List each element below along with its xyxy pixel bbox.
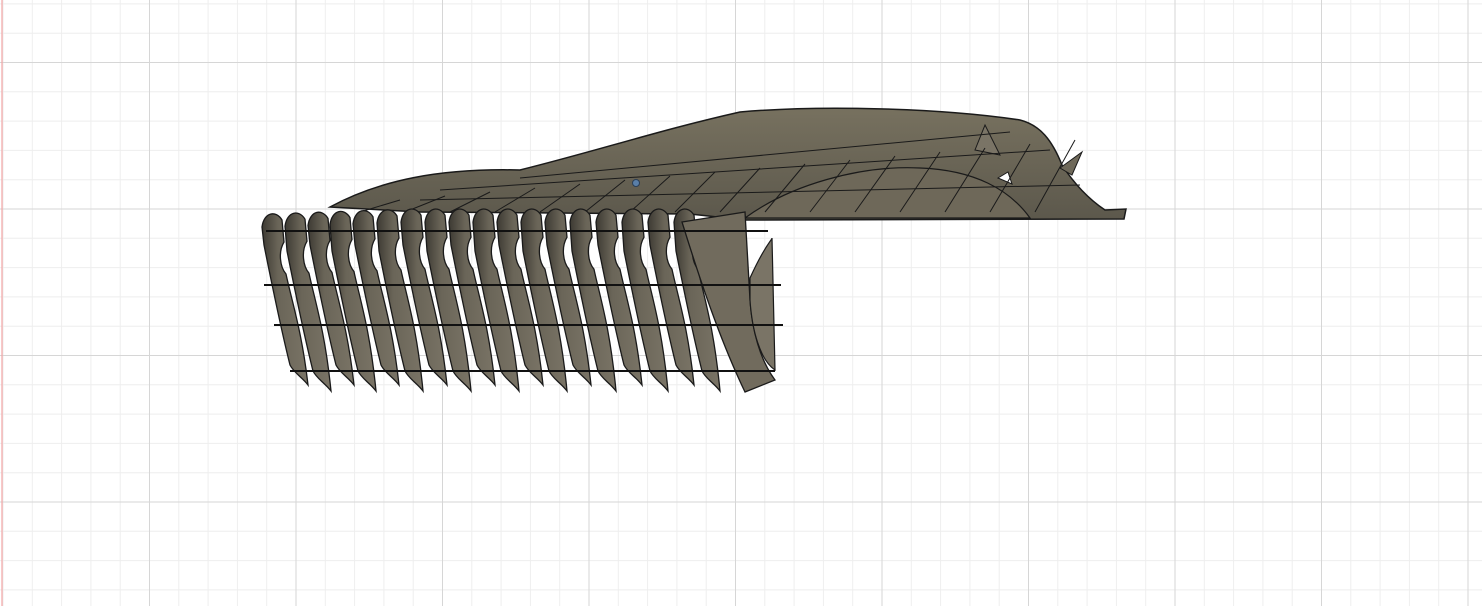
origin-marker-icon[interactable]	[632, 179, 640, 187]
hull-rib-slices	[261, 208, 777, 394]
sliced-hull-model[interactable]	[0, 0, 1482, 606]
3d-canvas-viewport[interactable]	[0, 0, 1482, 606]
hull-deck-surface	[327, 107, 1127, 221]
